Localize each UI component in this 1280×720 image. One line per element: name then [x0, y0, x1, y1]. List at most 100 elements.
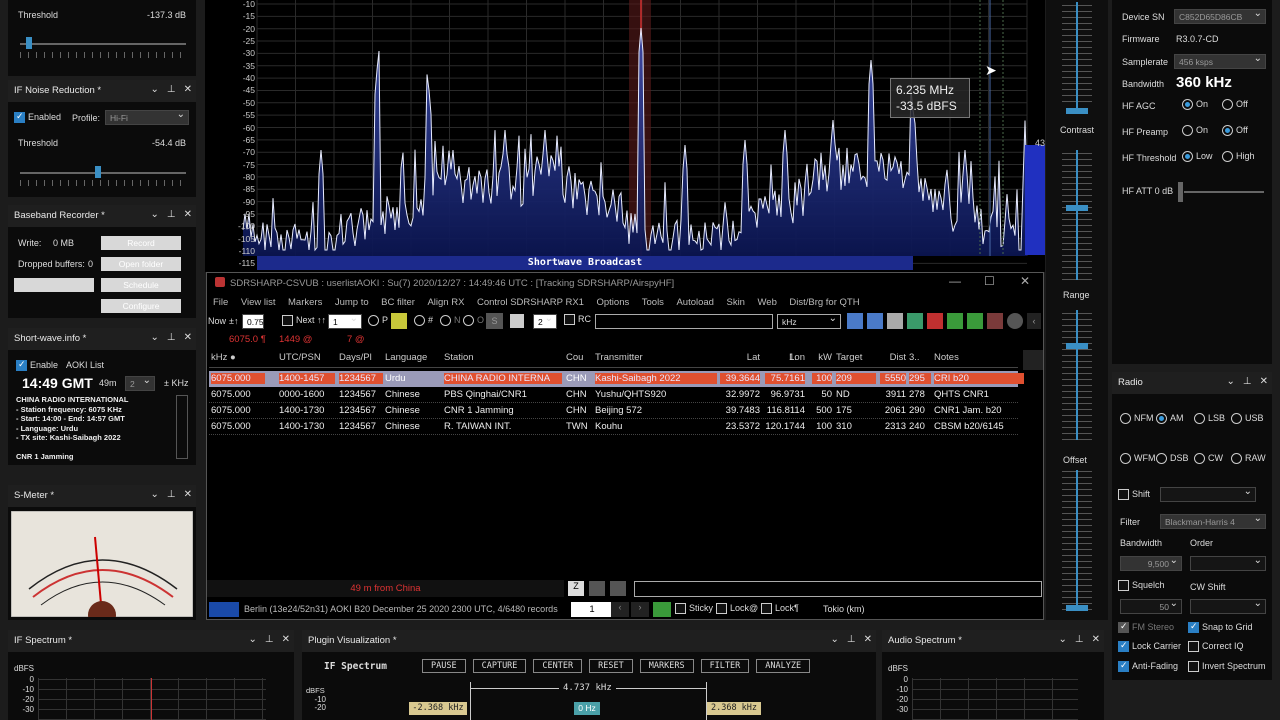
- center-button[interactable]: CENTER: [533, 659, 583, 673]
- step-spinner[interactable]: 2: [125, 375, 155, 391]
- open-folder-button[interactable]: Open folder: [101, 257, 181, 271]
- close-icon[interactable]: ✕: [1260, 376, 1268, 387]
- chevron-down-icon[interactable]: ⌄: [151, 489, 159, 500]
- threshold-knob[interactable]: [26, 37, 32, 49]
- mode-lsb-radio[interactable]: [1194, 413, 1205, 425]
- filter-icon[interactable]: [887, 313, 903, 329]
- chevron-down-icon[interactable]: ⌄: [1059, 634, 1067, 645]
- column-header[interactable]: Lat: [720, 352, 760, 363]
- preamp-off-radio[interactable]: [1222, 125, 1233, 137]
- att-knob[interactable]: [1178, 182, 1183, 202]
- mode-wfm-radio[interactable]: [1120, 453, 1131, 465]
- column-header[interactable]: Target: [836, 352, 876, 363]
- column-header[interactable]: kW: [812, 352, 832, 363]
- s-button[interactable]: S: [486, 313, 503, 329]
- pause-button[interactable]: PAUSE: [422, 659, 466, 673]
- anti-fading-checkbox[interactable]: [1118, 660, 1129, 673]
- unit-select[interactable]: kHz: [777, 313, 841, 329]
- menu-tools[interactable]: Tools: [642, 297, 664, 308]
- column-header[interactable]: Cou: [566, 352, 592, 363]
- record-button[interactable]: Record: [101, 236, 181, 250]
- sort-za-icon[interactable]: [967, 313, 983, 329]
- chevron-down-icon[interactable]: ⌄: [1227, 376, 1235, 387]
- list-scrollbar[interactable]: [1023, 350, 1043, 370]
- att-slider[interactable]: [1184, 191, 1264, 193]
- shift-checkbox[interactable]: [1118, 489, 1129, 501]
- table-row[interactable]: 6075.000 0000-1600 1234567 Chinese PBS Qingh…: [209, 387, 1018, 403]
- mode-nfm-radio[interactable]: [1120, 413, 1131, 425]
- nr-threshold-slider[interactable]: [20, 172, 186, 174]
- column-header[interactable]: Notes: [934, 352, 1024, 363]
- fm-stereo-checkbox[interactable]: [1118, 621, 1129, 634]
- sort-az-icon[interactable]: [947, 313, 963, 329]
- lock-carrier-checkbox[interactable]: [1118, 640, 1129, 653]
- enabled-checkbox[interactable]: [14, 111, 25, 124]
- close-icon[interactable]: ✕: [184, 84, 192, 95]
- refresh-icon[interactable]: [653, 602, 671, 617]
- chevron-down-icon[interactable]: ⌄: [151, 84, 159, 95]
- sticky-checkbox[interactable]: [675, 603, 686, 615]
- shift-input[interactable]: [1160, 486, 1256, 502]
- count-spinner[interactable]: 2: [533, 313, 557, 329]
- filter-button[interactable]: FILTER: [700, 659, 750, 673]
- nr-threshold-knob[interactable]: [95, 166, 101, 178]
- preamp-on-radio[interactable]: [1182, 125, 1193, 137]
- o-radio[interactable]: [463, 315, 474, 327]
- menu-align-rx[interactable]: Align RX: [427, 297, 464, 308]
- chevron-down-icon[interactable]: ⌄: [831, 634, 839, 645]
- next-select[interactable]: 1: [328, 313, 362, 329]
- column-header[interactable]: Dist: [880, 352, 906, 363]
- column-header[interactable]: 1.: [789, 352, 803, 363]
- cw-shift-spinner[interactable]: [1190, 598, 1266, 614]
- mode-usb-radio[interactable]: [1231, 413, 1242, 425]
- next-checkbox[interactable]: [282, 315, 293, 327]
- agc-off-radio[interactable]: [1222, 99, 1233, 111]
- column-header[interactable]: kHz ●: [211, 352, 265, 363]
- menu-control[interactable]: Control SDRSHARP RX1: [477, 297, 584, 308]
- column-header[interactable]: Language: [385, 352, 441, 363]
- mode-am-radio[interactable]: [1156, 413, 1167, 425]
- flag-icon[interactable]: [391, 313, 407, 329]
- table-row[interactable]: 6075.000 1400-1730 1234567 Chinese CNR 1 Jam…: [209, 403, 1018, 419]
- correct-iq-checkbox[interactable]: [1188, 641, 1199, 653]
- profile-select[interactable]: Hi-Fi: [105, 109, 189, 125]
- window-titlebar[interactable]: SDRSHARP-CSVUB : userlistAOKI : Su(7) 20…: [207, 273, 1043, 293]
- column-header[interactable]: UTC/PSN: [279, 352, 335, 363]
- close-icon[interactable]: ✕: [1092, 634, 1100, 645]
- capture-button[interactable]: CAPTURE: [472, 659, 527, 673]
- chevron-down-icon[interactable]: ⌄: [151, 332, 159, 343]
- pin-icon[interactable]: ⊥: [1075, 634, 1084, 645]
- zoom-slider[interactable]: [1066, 605, 1088, 611]
- chevron-down-icon[interactable]: ⌄: [249, 634, 257, 645]
- zoom-in-icon[interactable]: [847, 313, 863, 329]
- p-radio[interactable]: [368, 315, 379, 327]
- close-icon[interactable]: ✕: [1020, 274, 1030, 288]
- filter-add-icon[interactable]: [907, 313, 923, 329]
- order-spinner[interactable]: [1190, 555, 1266, 571]
- configure-button[interactable]: Configure: [101, 299, 181, 313]
- markers-button[interactable]: MARKERS: [639, 659, 694, 673]
- next-icon[interactable]: ›: [631, 602, 649, 617]
- menu-web[interactable]: Web: [757, 297, 776, 308]
- lock-para-checkbox[interactable]: [761, 603, 772, 615]
- close-icon[interactable]: ✕: [864, 634, 872, 645]
- mode-cw-radio[interactable]: [1194, 453, 1205, 465]
- delete-icon[interactable]: [610, 581, 626, 596]
- rc-checkbox[interactable]: [564, 314, 575, 326]
- invert-checkbox[interactable]: [1188, 661, 1199, 673]
- filter-select[interactable]: Blackman-Harris 4: [1160, 513, 1266, 529]
- threshold-low-radio[interactable]: [1182, 151, 1193, 163]
- schedule-button[interactable]: Schedule: [101, 278, 181, 292]
- search-input[interactable]: [595, 314, 773, 329]
- stop-icon[interactable]: [510, 314, 524, 328]
- close-icon[interactable]: ✕: [184, 209, 192, 220]
- close-icon[interactable]: ✕: [282, 634, 290, 645]
- column-header[interactable]: Transmitter: [595, 352, 717, 363]
- menu-skin[interactable]: Skin: [726, 297, 744, 308]
- mode-dsb-radio[interactable]: [1156, 453, 1167, 465]
- table-row[interactable]: 6075.000 1400-1457 1234567 Urdu CHINA RADIO …: [209, 371, 1024, 387]
- menu-markers[interactable]: Markers: [288, 297, 322, 308]
- menu-jump-to[interactable]: Jump to: [335, 297, 369, 308]
- chevron-down-icon[interactable]: ⌄: [151, 209, 159, 220]
- pin-icon[interactable]: ⊥: [167, 489, 176, 500]
